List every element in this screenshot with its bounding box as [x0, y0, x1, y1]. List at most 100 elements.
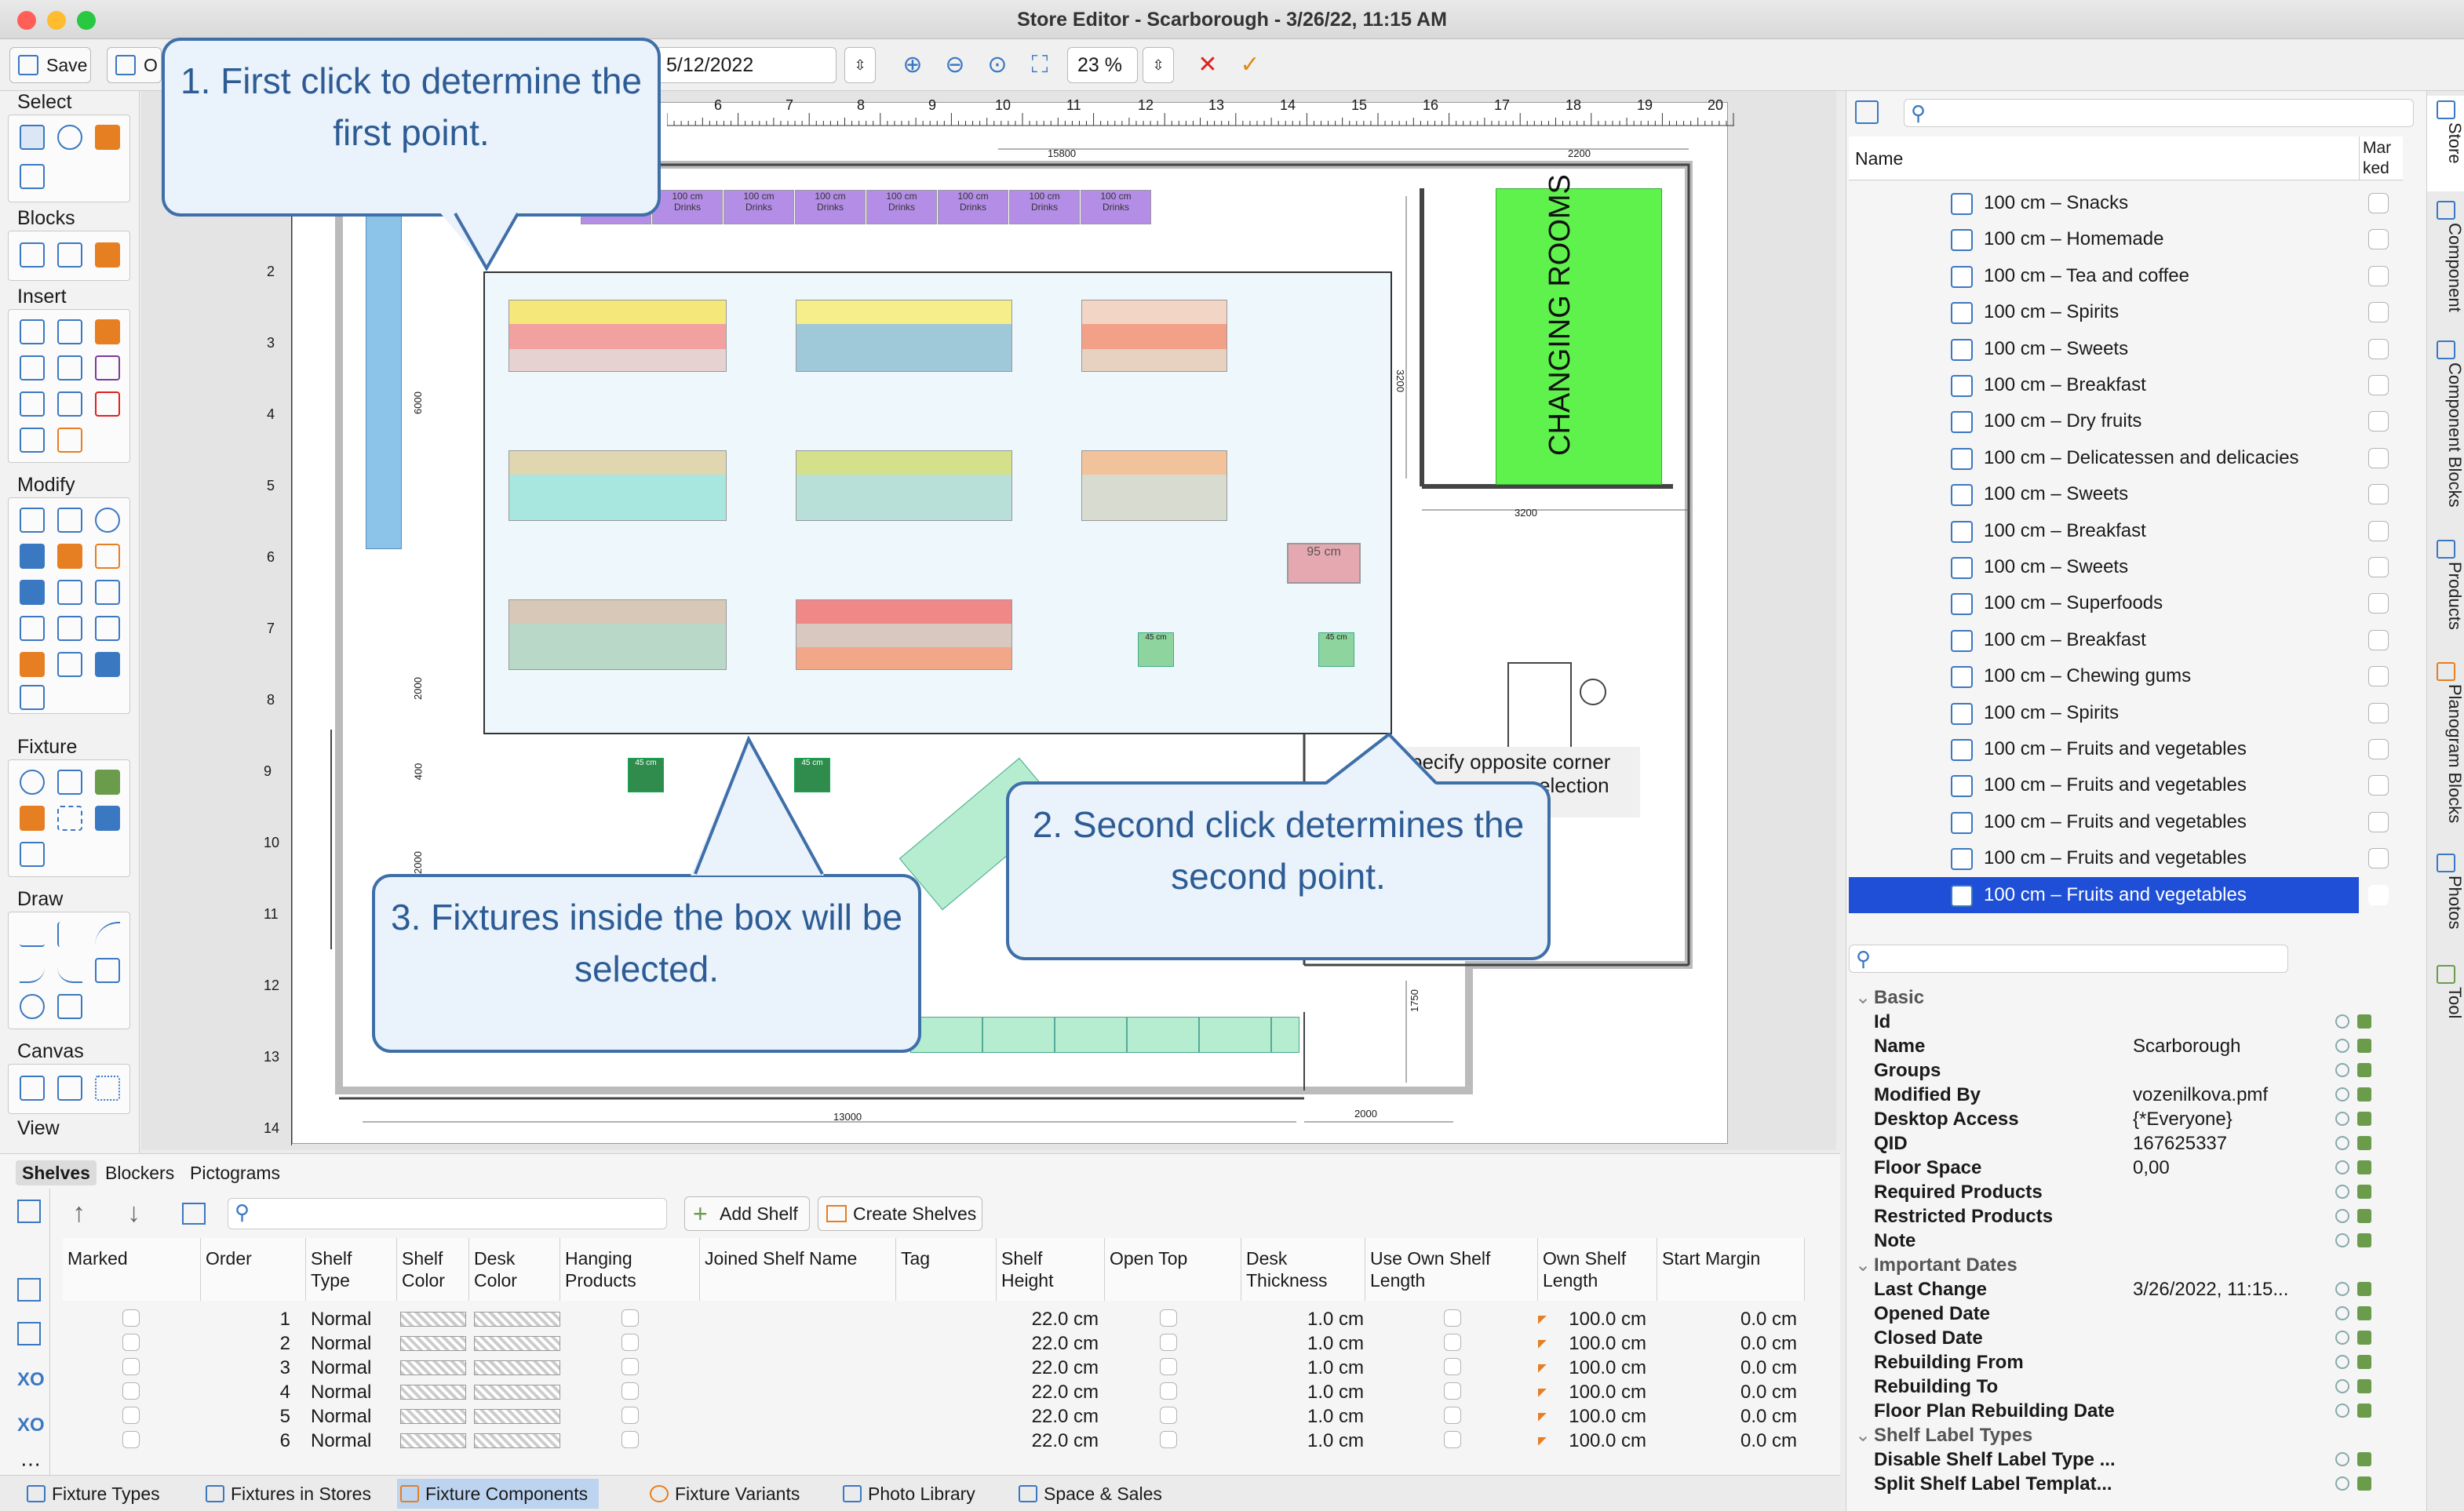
marked-checkbox[interactable] [2368, 265, 2389, 286]
block-grid-icon[interactable] [20, 242, 45, 268]
shelf-color-swatch[interactable] [400, 1336, 466, 1351]
shelf-color-swatch[interactable] [400, 1385, 466, 1400]
insert-text-icon[interactable] [20, 355, 45, 380]
column-header[interactable]: Shelf Height [997, 1238, 1105, 1301]
tab-shelves[interactable]: Shelves [16, 1160, 97, 1185]
hanging-products-checkbox[interactable] [621, 1407, 639, 1424]
reset-icon[interactable] [2335, 1014, 2349, 1029]
tab-photos[interactable]: Photos [2427, 849, 2464, 951]
component-list-item[interactable]: 100 cm – Dry fruits [1849, 403, 2359, 439]
reset-icon[interactable] [2335, 1331, 2349, 1345]
draw-curve-icon[interactable] [20, 958, 45, 983]
distribute-icon[interactable] [20, 580, 45, 605]
column-header[interactable]: Start Margin [1657, 1238, 1805, 1301]
zoom-field[interactable]: 23 % [1067, 47, 1138, 83]
fixture-group-beer[interactable] [508, 300, 727, 372]
rotate-icon[interactable] [95, 508, 120, 533]
column-header[interactable]: Own Shelf Length [1538, 1238, 1657, 1301]
fixture-ai-icon[interactable] [95, 770, 120, 795]
add-shelf-button[interactable]: + Add Shelf [684, 1196, 810, 1231]
property-row[interactable]: Id [1849, 1010, 2398, 1034]
canvas-edit-icon[interactable] [57, 1076, 82, 1101]
tab-photo-library[interactable]: Photo Library [840, 1479, 975, 1509]
desk-color-swatch[interactable] [474, 1312, 560, 1327]
edit-icon[interactable] [2357, 1112, 2371, 1126]
edit-icon[interactable] [2357, 1185, 2371, 1199]
open-button[interactable]: O [107, 47, 162, 83]
arrange-icon[interactable] [20, 652, 45, 677]
use-own-length-checkbox[interactable] [1444, 1431, 1461, 1448]
column-header[interactable]: Shelf Type [306, 1238, 397, 1301]
import-xo-icon[interactable]: XO [17, 1415, 45, 1438]
open-top-checkbox[interactable] [1160, 1382, 1177, 1400]
component-list-item[interactable]: 100 cm – Breakfast [1849, 622, 2359, 658]
edit-icon[interactable] [2357, 1209, 2371, 1223]
draw-line-icon[interactable] [20, 922, 45, 947]
fixture-path-icon[interactable] [57, 770, 82, 795]
tab-pictograms[interactable]: Pictograms [184, 1160, 286, 1185]
marked-checkbox[interactable] [2368, 593, 2389, 614]
marked-checkbox[interactable] [2368, 629, 2389, 650]
hanging-products-checkbox[interactable] [621, 1334, 639, 1351]
stack-icon[interactable] [57, 580, 82, 605]
column-header[interactable]: Use Own Shelf Length [1365, 1238, 1538, 1301]
marked-checkbox[interactable] [122, 1358, 140, 1375]
draw-spline-icon[interactable] [57, 958, 82, 983]
fixture-group-pastry[interactable] [508, 450, 727, 521]
select-arrow-icon[interactable] [20, 125, 45, 150]
component-list-item[interactable]: 100 cm – Tea and coffee [1849, 258, 2359, 294]
insert-bin-icon[interactable] [95, 319, 120, 344]
edit-icon[interactable] [2357, 1136, 2371, 1150]
marked-checkbox[interactable] [122, 1334, 140, 1351]
close-window-icon[interactable] [17, 11, 36, 30]
property-row[interactable]: Restricted Products [1849, 1204, 2398, 1229]
drinks-fixture[interactable]: 100 cmDrinks [1081, 190, 1151, 224]
tab-component-blocks[interactable]: Component Blocks [2427, 336, 2464, 529]
marked-checkbox[interactable] [122, 1382, 140, 1400]
table-row[interactable]: 2 Normal 22.0 cm 1.0 cm ◤ 100.0 cm 0.0 cm [63, 1331, 1821, 1356]
component-list-item[interactable]: 100 cm – Delicatessen and delicacies [1849, 440, 2359, 476]
property-row[interactable]: Last Change 3/26/2022, 11:15... [1849, 1277, 2398, 1302]
insert-image-icon[interactable] [20, 428, 45, 453]
block-shelf-icon[interactable] [95, 242, 120, 268]
date-stepper[interactable]: ⇳ [844, 47, 876, 83]
drinks-fixture[interactable]: 100 cmDrinks [652, 190, 723, 224]
save-button[interactable]: Save [9, 47, 91, 83]
tab-blockers[interactable]: Blockers [99, 1160, 180, 1185]
reset-icon[interactable] [2335, 1136, 2349, 1150]
reset-icon[interactable] [2335, 1209, 2349, 1223]
edit-icon[interactable] [2357, 1160, 2371, 1174]
select-point-icon[interactable] [57, 125, 82, 150]
reset-icon[interactable] [2335, 1282, 2349, 1296]
use-own-length-checkbox[interactable] [1444, 1358, 1461, 1375]
column-header[interactable]: Hanging Products [560, 1238, 700, 1301]
component-search-input[interactable]: ⚲ [1904, 99, 2414, 127]
marked-checkbox[interactable] [2368, 375, 2389, 395]
reset-icon[interactable] [2335, 1185, 2349, 1199]
draw-circle-icon[interactable] [20, 994, 45, 1019]
component-list-item[interactable]: 100 cm – Chewing gums [1849, 658, 2359, 694]
edit-icon[interactable] [2357, 1039, 2371, 1053]
reset-icon[interactable] [2335, 1063, 2349, 1077]
marked-checkbox[interactable] [2368, 702, 2389, 723]
marked-checkbox[interactable] [2368, 557, 2389, 577]
fixture-frame-icon[interactable] [57, 806, 82, 831]
canvas-frame-icon[interactable] [20, 1076, 45, 1101]
desk-color-swatch[interactable] [474, 1360, 560, 1375]
zoom-out-icon[interactable]: ⊖ [940, 50, 970, 80]
property-row[interactable]: Name Scarborough [1849, 1034, 2398, 1058]
component-list-item[interactable]: 100 cm – Spirits [1849, 294, 2359, 330]
edit-icon[interactable] [2357, 1306, 2371, 1320]
drinks-fixture[interactable]: 100 cmDrinks [724, 190, 794, 224]
component-list-item[interactable]: 100 cm – Homemade [1849, 221, 2359, 257]
align-icon[interactable] [20, 544, 45, 569]
property-search-input[interactable]: ⚲ [1849, 945, 2288, 973]
component-list-item[interactable]: 100 cm – Sweets [1849, 476, 2359, 512]
property-group[interactable]: ⌄ Basic [1849, 985, 2398, 1010]
group-icon[interactable] [57, 544, 82, 569]
column-header[interactable]: Desk Color [469, 1238, 560, 1301]
property-row[interactable]: Floor Space 0,00 [1849, 1156, 2398, 1180]
shelf-color-swatch[interactable] [400, 1433, 466, 1448]
edit-icon[interactable] [2357, 1063, 2371, 1077]
block-stack-icon[interactable] [57, 242, 82, 268]
